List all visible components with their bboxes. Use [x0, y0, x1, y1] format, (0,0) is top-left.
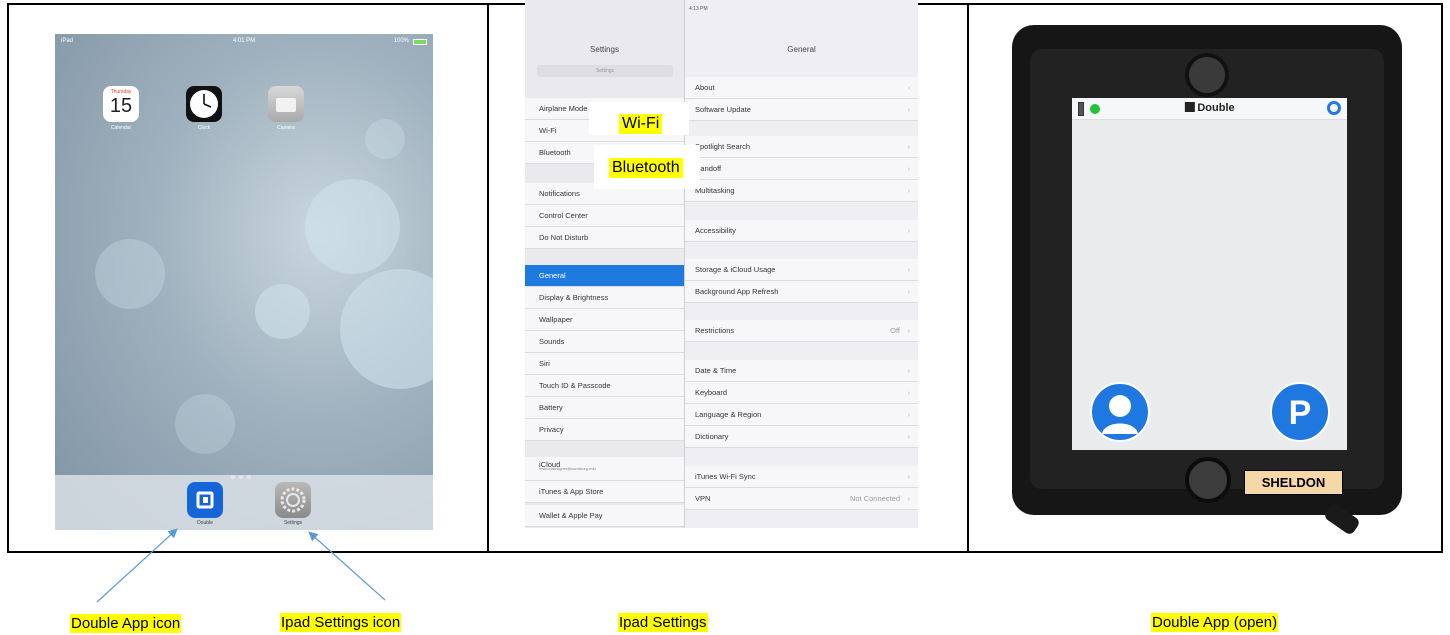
battery-icon — [1078, 102, 1084, 116]
ipad-home-screenshot: iPad 4:01 PM 100% Thursday 15 Calendar C… — [55, 34, 433, 530]
sidebar-item-privacy[interactable]: Privacy — [525, 419, 684, 441]
vpn-status: Not Connected — [849, 494, 900, 503]
status-device: iPad — [61, 38, 74, 44]
sidebar-item-wallpaper[interactable]: Wallpaper — [525, 309, 684, 331]
sidebar-item-display-brightness[interactable]: Display & Brightness — [525, 287, 684, 309]
row-vpn[interactable]: VPN Not Connected › — [685, 488, 918, 510]
clock-label: Clock — [197, 125, 211, 131]
row-background-app-refresh[interactable]: Background App Refresh › — [685, 281, 918, 303]
bluetooth-highlight-label: Bluetooth — [609, 158, 683, 178]
clock-app-icon[interactable] — [186, 86, 222, 122]
column-divider — [967, 5, 969, 551]
sidebar-item-battery[interactable]: Battery — [525, 397, 684, 419]
sidebar-item-icloud[interactable]: iCloud instructdesigner@sandburg.edu — [525, 457, 684, 481]
connection-status-icon — [1090, 104, 1100, 114]
status-bar: iPad 4:01 PM 100% — [61, 38, 427, 48]
camera-app-icon[interactable] — [268, 86, 304, 122]
row-date-time[interactable]: Date & Time › — [685, 360, 918, 382]
sidebar-item-siri[interactable]: Siri — [525, 353, 684, 375]
row-language-region[interactable]: Language & Region › — [685, 404, 918, 426]
status-time: 4:01 PM — [232, 38, 256, 44]
caption-double-app-open: Double App (open) — [1151, 613, 1279, 632]
name-tag-label: SHELDON — [1244, 470, 1343, 495]
detail-title: General — [787, 45, 816, 54]
sidebar-item-itunes-app-store[interactable]: iTunes & App Store — [525, 481, 684, 503]
row-accessibility[interactable]: Accessibility › — [685, 220, 918, 242]
sidebar-item-touch-id[interactable]: Touch ID & Passcode — [525, 375, 684, 397]
double-brand: Double — [1184, 102, 1235, 114]
calendar-app-icon[interactable]: Thursday 15 — [103, 86, 139, 122]
row-itunes-wifi-sync[interactable]: iTunes Wi-Fi Sync › — [685, 466, 918, 488]
double-app-icon[interactable] — [187, 482, 223, 518]
bluetooth-annotation-box: Bluetooth — [594, 145, 700, 189]
sidebar-item-do-not-disturb[interactable]: Do Not Disturb — [525, 227, 684, 249]
sidebar-title: Settings — [590, 45, 619, 54]
caption-ipad-settings: Ipad Settings — [618, 613, 708, 632]
page-indicator — [231, 466, 257, 479]
icloud-email: instructdesigner@sandburg.edu — [539, 466, 596, 471]
caption-double-app-icon: Double App icon — [70, 614, 182, 633]
wifi-annotation-box: Wi-Fi — [589, 102, 689, 135]
sidebar-item-wallet[interactable]: Wallet & Apple Pay — [525, 505, 684, 527]
row-handoff[interactable]: Handoff › — [685, 158, 918, 180]
calendar-label: Calendar — [110, 125, 132, 131]
status-battery-percent: 100% — [393, 38, 409, 44]
camera-icon — [276, 98, 296, 112]
double-logo-icon — [1184, 102, 1195, 112]
clock-face-icon — [190, 90, 218, 118]
park-letter: P — [1288, 394, 1312, 432]
camera-label: Camera — [277, 125, 295, 131]
settings-detail-pane: 4:13 PM General About › Software Update › … — [685, 0, 918, 528]
double-logo-icon — [196, 491, 214, 509]
row-software-update[interactable]: Software Update › — [685, 99, 918, 121]
home-button — [1185, 457, 1231, 503]
status-time: 4:13 PM — [689, 6, 708, 12]
row-multitasking[interactable]: Multitasking › — [685, 180, 918, 202]
calendar-day-name: Thursday — [110, 89, 132, 95]
wifi-highlight-label: Wi-Fi — [619, 114, 663, 134]
settings-search-input[interactable]: Settings — [537, 65, 673, 77]
row-spotlight-search[interactable]: Spotlight Search › — [685, 136, 918, 158]
row-dictionary[interactable]: Dictionary › — [685, 426, 918, 448]
calendar-date: 15 — [109, 95, 133, 117]
double-app-header: Double — [1072, 98, 1347, 120]
sidebar-item-sounds[interactable]: Sounds — [525, 331, 684, 353]
row-about[interactable]: About › — [685, 77, 918, 99]
row-restrictions[interactable]: Restrictions Off › — [685, 320, 918, 342]
caption-ipad-settings-icon: Ipad Settings icon — [280, 613, 402, 632]
column-divider — [487, 5, 489, 551]
user-profile-button[interactable] — [1090, 382, 1150, 442]
person-silhouette-icon — [1102, 395, 1138, 434]
sidebar-item-control-center[interactable]: Control Center — [525, 205, 684, 227]
settings-app-icon[interactable] — [275, 482, 311, 518]
settings-dock-label: Settings — [283, 520, 303, 526]
sidebar-item-general[interactable]: General — [525, 265, 684, 287]
park-button[interactable]: P — [1270, 382, 1330, 442]
row-keyboard[interactable]: Keyboard › — [685, 382, 918, 404]
row-storage[interactable]: Storage & iCloud Usage › — [685, 259, 918, 281]
restrictions-value: Off — [890, 326, 900, 335]
double-app-screen: Double P — [1072, 98, 1347, 450]
battery-icon — [413, 39, 427, 45]
double-dock-label: Double — [197, 520, 213, 526]
ipad-settings-screenshot: Settings Settings Airplane Mode Wi-Fi Bl… — [525, 0, 918, 528]
gear-icon — [280, 487, 306, 513]
camera-bump — [1185, 53, 1229, 97]
settings-sidebar: Settings Settings Airplane Mode Wi-Fi Bl… — [525, 0, 685, 528]
settings-gear-icon[interactable] — [1327, 101, 1341, 115]
dock: Double Settings — [55, 475, 433, 530]
